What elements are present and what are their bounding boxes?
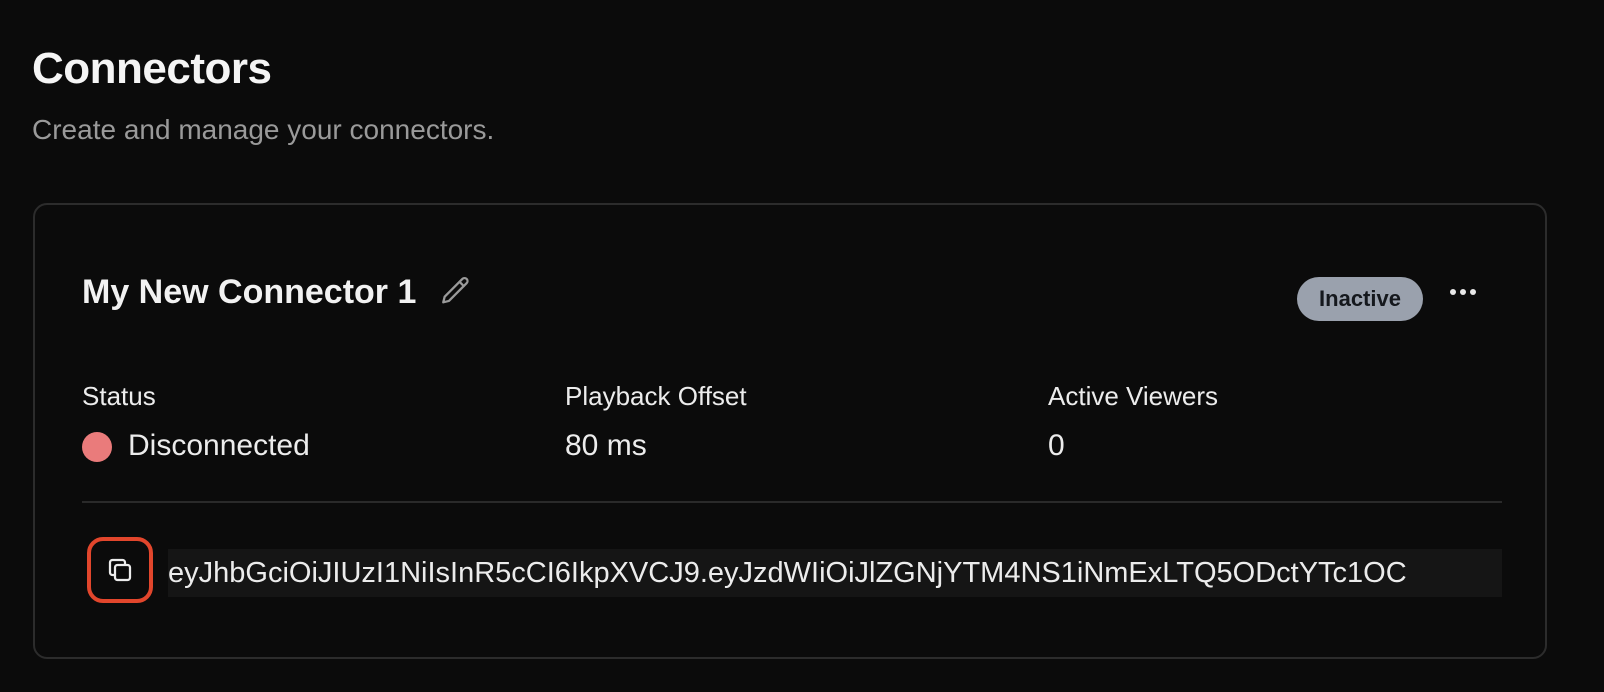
connector-name: My New Connector 1: [82, 273, 417, 311]
more-horizontal-icon: [1450, 289, 1476, 295]
pencil-icon[interactable]: [439, 274, 473, 308]
connector-token[interactable]: eyJhbGciOiJIUzI1NiIsInR5cCI6IkpXVCJ9.eyJ…: [168, 549, 1502, 597]
active-viewers-label: Active Viewers: [1048, 381, 1219, 411]
playback-offset-value: 80 ms: [565, 429, 647, 462]
status-label: Status: [82, 381, 156, 411]
page-subtitle: Create and manage your connectors.: [32, 114, 495, 145]
page-title: Connectors: [32, 44, 272, 93]
connector-card: My New Connector 1 Inactive Status Disco…: [33, 203, 1547, 659]
copy-token-button[interactable]: [87, 537, 153, 603]
status-badge: Inactive: [1297, 277, 1423, 321]
playback-offset-label: Playback Offset: [565, 381, 747, 411]
active-viewers-value: 0: [1048, 429, 1065, 462]
more-options-button[interactable]: [1443, 277, 1483, 307]
status-dot: [82, 432, 112, 462]
status-value: Disconnected: [128, 429, 310, 462]
copy-icon: [108, 558, 132, 582]
divider: [82, 501, 1502, 503]
connectors-page: Connectors Create and manage your connec…: [0, 0, 1604, 692]
